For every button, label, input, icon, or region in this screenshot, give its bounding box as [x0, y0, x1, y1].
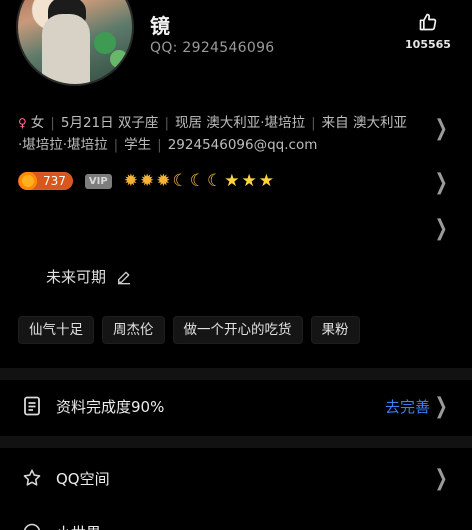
- moon-icon: ☾: [206, 171, 223, 191]
- small-world-label: 小世界: [56, 522, 101, 530]
- star-icon: ★: [241, 171, 257, 191]
- level-badges[interactable]: 737 VIP ✹ ✹ ✹ ☾ ☾ ☾ ★ ★ ★: [18, 170, 274, 192]
- profile-info[interactable]: ♀ 女 | 5月21日 双子座 | 现居 澳大利亚·堪培拉 | 来自 澳大利亚 ·堪培拉·堪培…: [18, 112, 436, 156]
- small-world-row[interactable]: 小世界: [0, 510, 472, 530]
- chevron-right-icon[interactable]: ❯: [434, 216, 447, 241]
- thumbs-up-icon: [419, 13, 437, 31]
- coin-icon: [19, 172, 37, 190]
- residence: 现居 澳大利亚·堪培拉: [175, 115, 306, 131]
- level-badge: 737: [18, 172, 73, 190]
- tag[interactable]: 果粉: [310, 316, 360, 344]
- separator: |: [164, 115, 169, 131]
- like-button[interactable]: 105565: [402, 12, 454, 51]
- section-divider: [0, 368, 472, 380]
- avatar-plant: [110, 50, 128, 68]
- like-count: 105565: [405, 38, 451, 51]
- star-outline-icon: [22, 468, 42, 488]
- avatar-plant: [94, 32, 116, 54]
- qq-number-line: QQ: 2924546096: [150, 40, 275, 56]
- section-divider: [0, 436, 472, 448]
- moon-icon: ☾: [189, 171, 205, 191]
- occupation: 学生: [124, 137, 152, 153]
- completion-label: 资料完成度90%: [56, 397, 165, 416]
- edit-icon[interactable]: [116, 269, 132, 285]
- profile-name: 镜: [150, 14, 170, 38]
- email: 2924546096@qq.com: [167, 137, 318, 153]
- chevron-right-icon[interactable]: ❯: [434, 466, 447, 491]
- separator: |: [311, 115, 316, 131]
- separator: |: [113, 137, 119, 153]
- tag[interactable]: 仙气十足: [18, 316, 94, 344]
- level-value: 737: [43, 174, 66, 188]
- vip-badge: VIP: [84, 173, 112, 189]
- signature[interactable]: 未来可期: [46, 266, 132, 287]
- qzone-label: QQ空间: [56, 469, 110, 488]
- qq-number: 2924546096: [182, 40, 275, 56]
- separator: |: [157, 137, 162, 153]
- sun-icon: ✹: [156, 171, 171, 191]
- sun-icon: ✹: [123, 171, 138, 191]
- birthday: 5月21日: [60, 115, 114, 131]
- signature-text: 未来可期: [46, 268, 107, 286]
- star-icon: ★: [224, 171, 240, 191]
- chevron-right-icon[interactable]: ❯: [434, 170, 447, 195]
- avatar[interactable]: [16, 0, 134, 86]
- qq-label: QQ:: [150, 40, 178, 56]
- level-icons: ✹ ✹ ✹ ☾ ☾ ☾ ★ ★ ★: [124, 170, 274, 192]
- gender: 女: [30, 115, 45, 131]
- star-icon: ★: [258, 171, 274, 191]
- qzone-row[interactable]: QQ空间: [0, 456, 472, 500]
- female-icon: ♀: [18, 116, 27, 130]
- chevron-right-icon[interactable]: ❯: [434, 394, 447, 419]
- chevron-right-icon[interactable]: ❯: [434, 116, 447, 141]
- globe-icon: [22, 522, 42, 530]
- complete-profile-link[interactable]: 去完善: [385, 396, 430, 417]
- separator: |: [50, 115, 55, 131]
- sun-icon: ✹: [139, 171, 155, 191]
- zodiac: 双子座: [117, 115, 159, 131]
- hometown: 来自 澳大利亚: [321, 115, 407, 131]
- document-icon: [22, 396, 42, 416]
- interest-tags: 仙气十足 周杰伦 做一个开心的吃货 果粉: [18, 316, 360, 344]
- avatar-figure: [42, 14, 90, 84]
- moon-icon: ☾: [172, 171, 188, 191]
- tag[interactable]: 周杰伦: [102, 316, 165, 344]
- tag[interactable]: 做一个开心的吃货: [172, 316, 303, 344]
- hometown-city: ·堪培拉·堪培拉: [18, 137, 108, 153]
- profile-completion-row[interactable]: 资料完成度90% 去完善: [0, 384, 472, 428]
